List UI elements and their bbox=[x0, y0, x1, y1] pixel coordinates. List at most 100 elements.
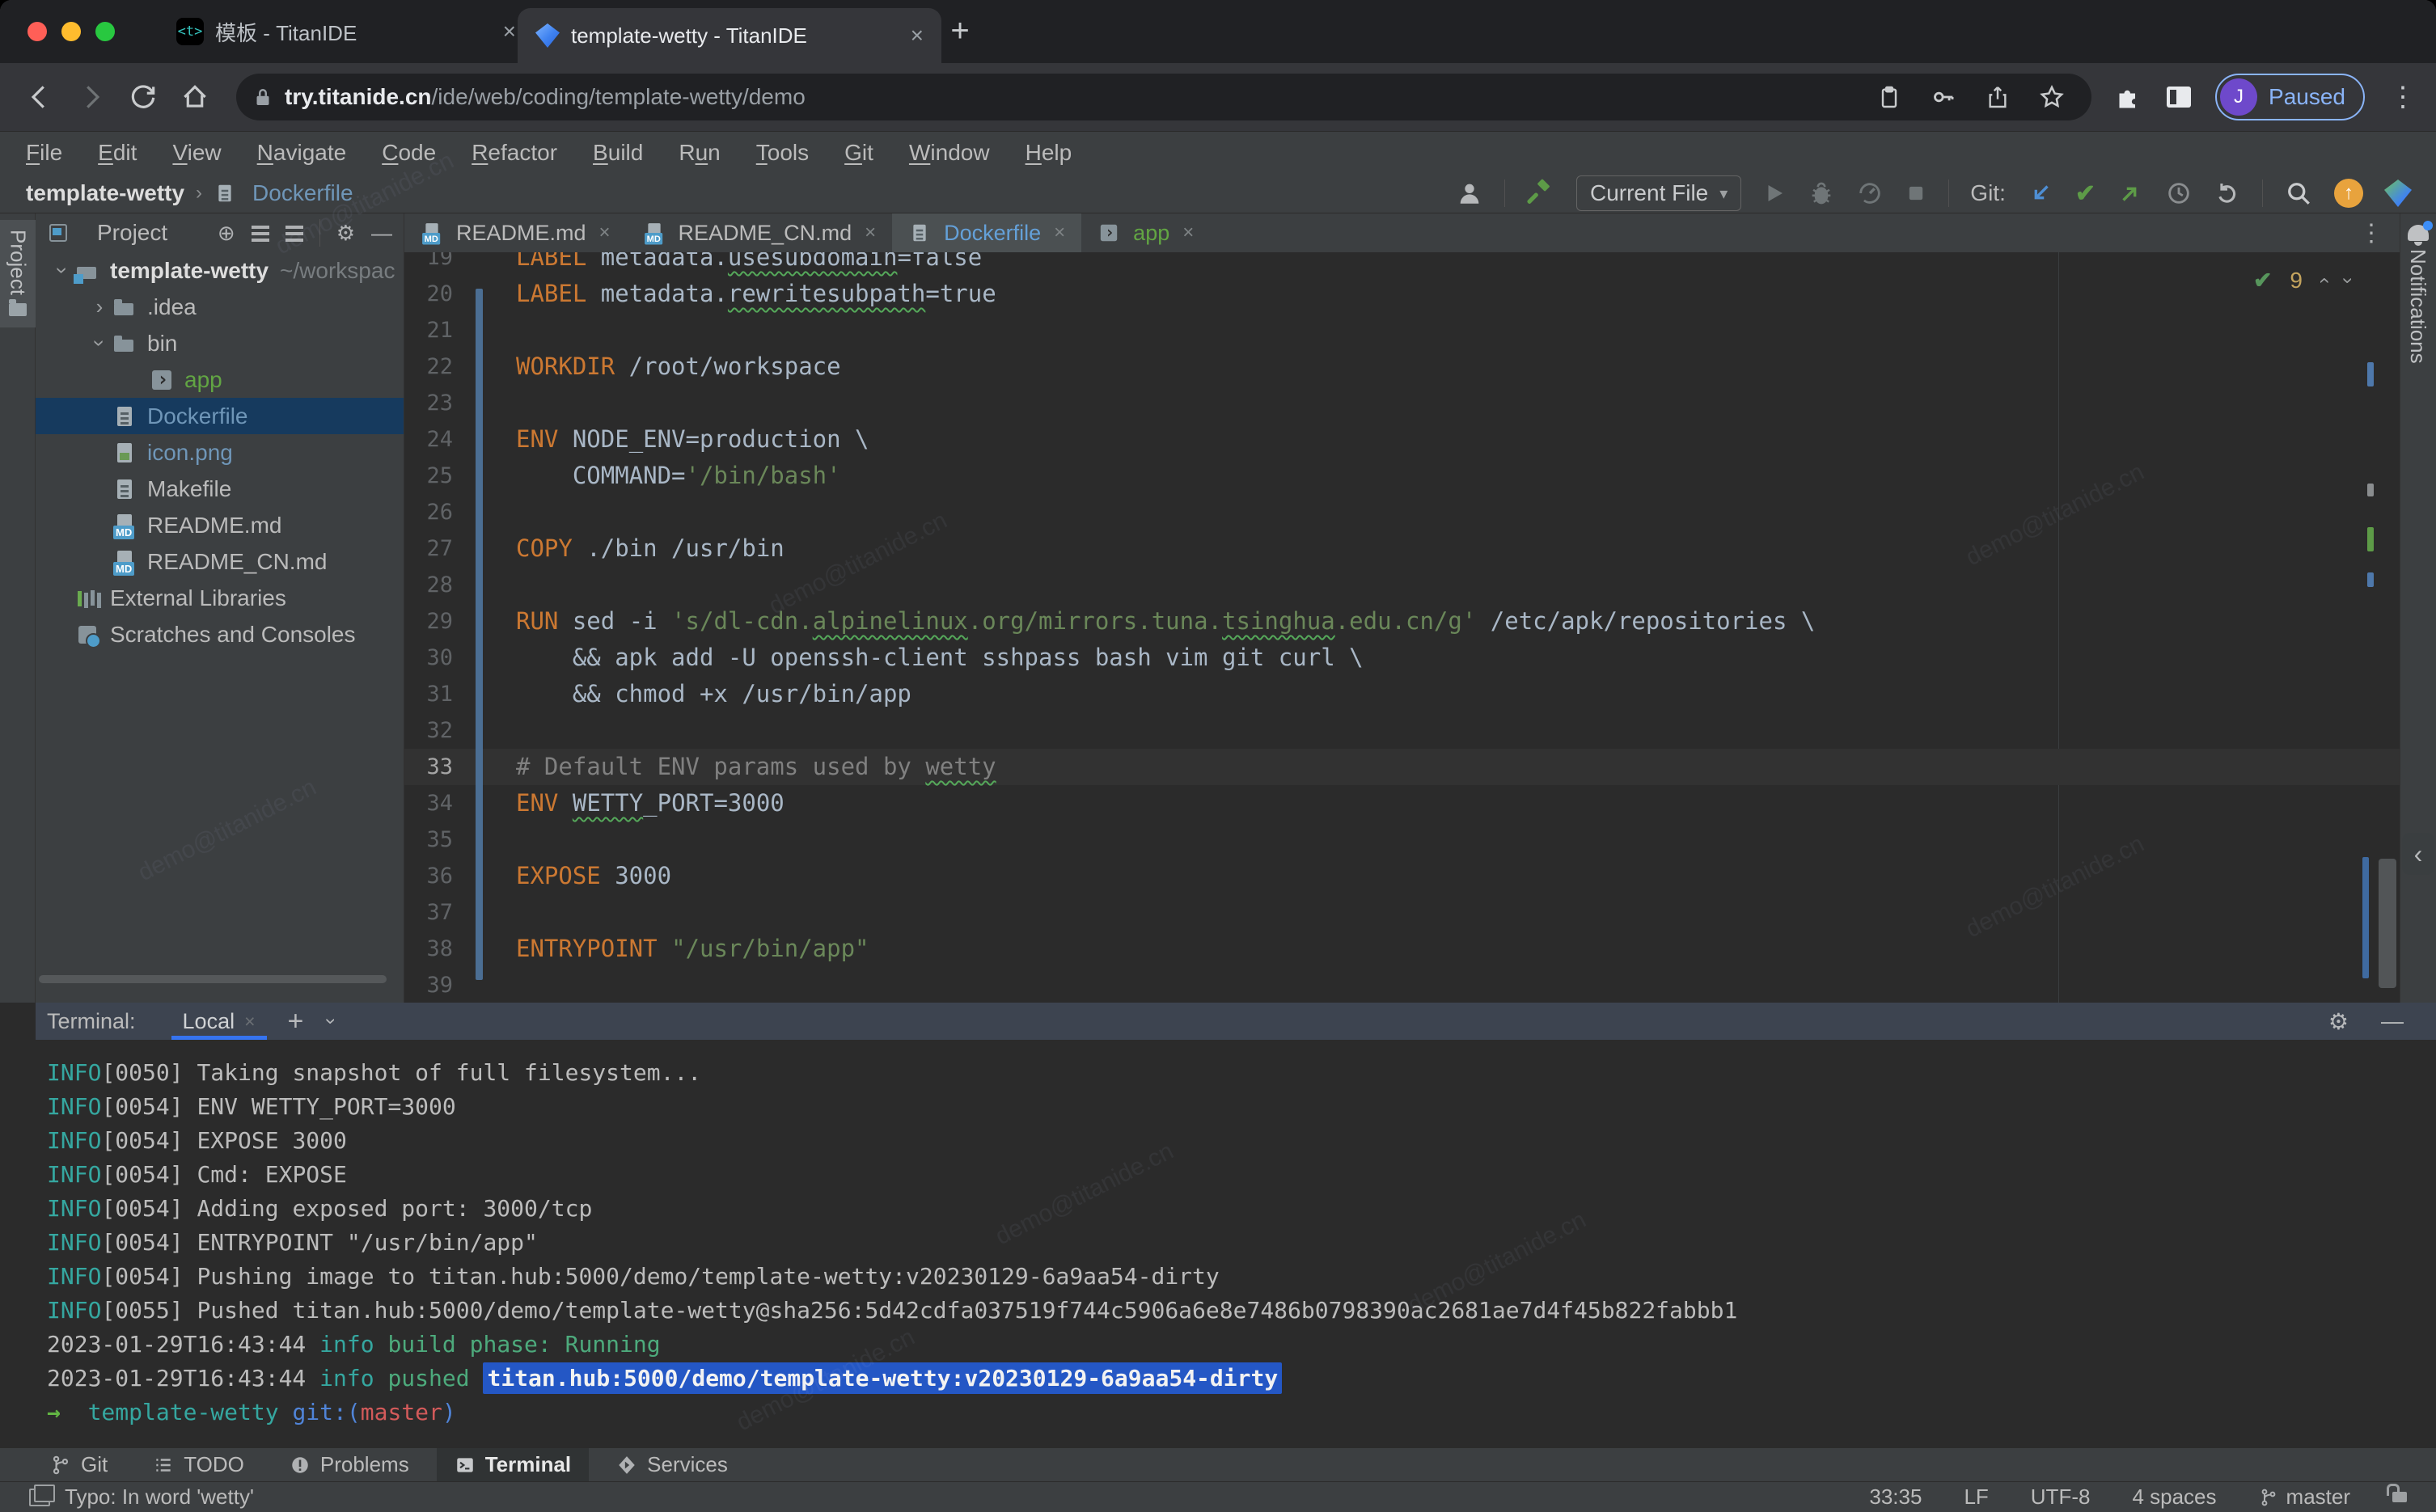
expand-all-icon[interactable] bbox=[252, 226, 269, 229]
breadcrumb-project[interactable]: template-wetty bbox=[26, 180, 184, 206]
terminal-settings-gear-icon[interactable]: ⚙ bbox=[2328, 1008, 2349, 1035]
git-branch-widget[interactable]: master bbox=[2259, 1485, 2350, 1510]
terminal-tab-local[interactable]: Local × bbox=[171, 1003, 267, 1040]
side-panel-icon[interactable] bbox=[2167, 87, 2191, 108]
close-icon[interactable]: × bbox=[599, 222, 611, 244]
menu-code[interactable]: Code bbox=[382, 140, 436, 166]
close-icon[interactable]: × bbox=[244, 1011, 255, 1033]
titanide-gem-icon[interactable] bbox=[2384, 179, 2412, 207]
update-notification-icon[interactable]: ↑ bbox=[2334, 179, 2363, 208]
editor-tab-options-icon[interactable]: ⋮ bbox=[2359, 213, 2400, 252]
indent-setting[interactable]: 4 spaces bbox=[2132, 1485, 2216, 1510]
toolwindow-problems[interactable]: Problems bbox=[272, 1448, 427, 1482]
prev-problem-icon[interactable]: › bbox=[2312, 277, 2335, 284]
menu-git[interactable]: Git bbox=[844, 140, 873, 166]
terminal-minimize-icon[interactable]: — bbox=[2381, 1008, 2404, 1034]
project-horizontal-scrollbar[interactable] bbox=[39, 975, 387, 983]
caret-position[interactable]: 33:35 bbox=[1869, 1485, 1922, 1510]
tree-item-dockerfile[interactable]: ›Dockerfile bbox=[36, 398, 404, 434]
search-icon[interactable] bbox=[2284, 179, 2313, 208]
profile-paused-button[interactable]: J Paused bbox=[2215, 74, 2365, 120]
tree-item--idea[interactable]: ›.idea bbox=[36, 289, 404, 325]
tree-item-template-wetty[interactable]: ›template-wetty~/workspac bbox=[36, 252, 404, 289]
tree-item-readme-md[interactable]: ›README.md bbox=[36, 507, 404, 543]
toolwindow-git[interactable]: Git bbox=[32, 1448, 125, 1482]
password-key-icon[interactable] bbox=[1930, 83, 1957, 111]
editor-scrollbar-thumb[interactable] bbox=[2379, 859, 2396, 988]
stop-icon[interactable] bbox=[1905, 182, 1927, 205]
browser-menu-icon[interactable]: ⋮ bbox=[2389, 81, 2417, 113]
bookmark-star-icon[interactable] bbox=[2038, 83, 2066, 111]
close-window-button[interactable] bbox=[27, 22, 47, 41]
breadcrumb-file[interactable]: Dockerfile bbox=[252, 180, 353, 206]
editor-tab-dockerfile[interactable]: Dockerfile× bbox=[892, 213, 1081, 252]
user-icon[interactable] bbox=[1456, 179, 1483, 207]
toolwindow-todo[interactable]: TODO bbox=[135, 1448, 262, 1482]
collapse-all-icon[interactable] bbox=[285, 226, 303, 229]
build-hammer-icon[interactable] bbox=[1526, 179, 1555, 208]
reading-list-icon[interactable] bbox=[1876, 84, 1902, 110]
locate-file-icon[interactable]: ⊕ bbox=[218, 221, 235, 246]
new-tab-button[interactable]: + bbox=[942, 15, 978, 50]
rollback-icon[interactable] bbox=[2214, 179, 2241, 207]
menu-edit[interactable]: Edit bbox=[98, 140, 137, 166]
menu-run[interactable]: Run bbox=[679, 140, 720, 166]
menu-build[interactable]: Build bbox=[593, 140, 643, 166]
close-icon[interactable]: × bbox=[865, 222, 876, 244]
share-icon[interactable] bbox=[1985, 84, 2011, 110]
next-problem-icon[interactable]: › bbox=[2337, 277, 2359, 284]
editor-tab-readme-cn-md[interactable]: README_CN.md× bbox=[627, 213, 893, 252]
tree-item-icon-png[interactable]: ›icon.png bbox=[36, 434, 404, 471]
menu-file[interactable]: File bbox=[26, 140, 62, 166]
git-push-icon[interactable] bbox=[2117, 179, 2144, 207]
tree-item-makefile[interactable]: ›Makefile bbox=[36, 471, 404, 507]
url-bar[interactable]: try.titanide.cn/ide/web/coding/template-… bbox=[236, 74, 2091, 120]
hide-panel-icon[interactable]: — bbox=[371, 221, 392, 246]
file-encoding[interactable]: UTF-8 bbox=[2031, 1485, 2091, 1510]
terminal-dropdown-chevron-icon[interactable]: › bbox=[319, 1018, 342, 1024]
collapse-panel-chevron[interactable]: ‹ bbox=[2402, 833, 2434, 875]
run-configuration-select[interactable]: Current File ▾ bbox=[1576, 175, 1741, 211]
debug-bug-icon[interactable] bbox=[1808, 179, 1835, 207]
tree-item-readme-cn-md[interactable]: ›README_CN.md bbox=[36, 543, 404, 580]
menu-navigate[interactable]: Navigate bbox=[257, 140, 347, 166]
tree-item-scratches-and-consoles[interactable]: ›Scratches and Consoles bbox=[36, 616, 404, 653]
home-icon[interactable] bbox=[180, 82, 210, 112]
line-separator[interactable]: LF bbox=[1964, 1485, 1988, 1510]
menu-view[interactable]: View bbox=[172, 140, 221, 166]
menu-tools[interactable]: Tools bbox=[756, 140, 809, 166]
stripe-tab-project[interactable]: Project bbox=[0, 220, 36, 327]
toolwindow-services[interactable]: Services bbox=[598, 1448, 746, 1482]
git-update-icon[interactable] bbox=[2027, 179, 2054, 207]
tree-item-bin[interactable]: ›bin bbox=[36, 325, 404, 361]
forward-icon[interactable] bbox=[76, 82, 107, 112]
close-icon[interactable]: × bbox=[503, 19, 516, 44]
reload-icon[interactable] bbox=[128, 82, 159, 112]
chevron-icon[interactable]: › bbox=[86, 294, 113, 319]
close-icon[interactable]: × bbox=[1182, 222, 1194, 244]
back-icon[interactable] bbox=[24, 82, 55, 112]
close-icon[interactable]: × bbox=[911, 23, 924, 49]
menu-refactor[interactable]: Refactor bbox=[472, 140, 557, 166]
extensions-puzzle-icon[interactable] bbox=[2113, 82, 2142, 112]
browser-tab-2-active[interactable]: template-wetty - TitanIDE × bbox=[518, 8, 941, 63]
terminal-output[interactable]: INFO[0050] Taking snapshot of full files… bbox=[36, 1040, 2436, 1447]
inspections-widget[interactable]: ✔ 9 › › bbox=[2253, 267, 2351, 294]
stripe-tab-notifications[interactable]: Notifications bbox=[2400, 217, 2436, 364]
tree-item-external-libraries[interactable]: ›External Libraries bbox=[36, 580, 404, 616]
fullscreen-window-button[interactable] bbox=[95, 22, 115, 41]
tree-item-app[interactable]: ›app bbox=[36, 361, 404, 398]
close-icon[interactable]: × bbox=[1054, 222, 1065, 244]
run-icon[interactable] bbox=[1762, 181, 1787, 205]
editor-error-stripe[interactable] bbox=[2362, 291, 2400, 1003]
editor-code-area[interactable]: 19LABEL metadata.usesubdomain=false20LAB… bbox=[404, 252, 2400, 1003]
window-stack-icon[interactable] bbox=[29, 1489, 50, 1506]
write-access-unlock-icon[interactable] bbox=[2392, 1492, 2407, 1502]
panel-settings-gear-icon[interactable]: ⚙ bbox=[336, 221, 355, 246]
browser-tab-1[interactable]: <t> 模板 - TitanIDE × bbox=[159, 0, 534, 63]
new-terminal-icon[interactable]: + bbox=[288, 1006, 304, 1037]
status-message[interactable]: Typo: In word 'wetty' bbox=[65, 1485, 254, 1510]
editor-tab-app[interactable]: app× bbox=[1081, 213, 1210, 252]
menu-help[interactable]: Help bbox=[1026, 140, 1072, 166]
toolwindow-terminal[interactable]: Terminal bbox=[437, 1448, 589, 1482]
